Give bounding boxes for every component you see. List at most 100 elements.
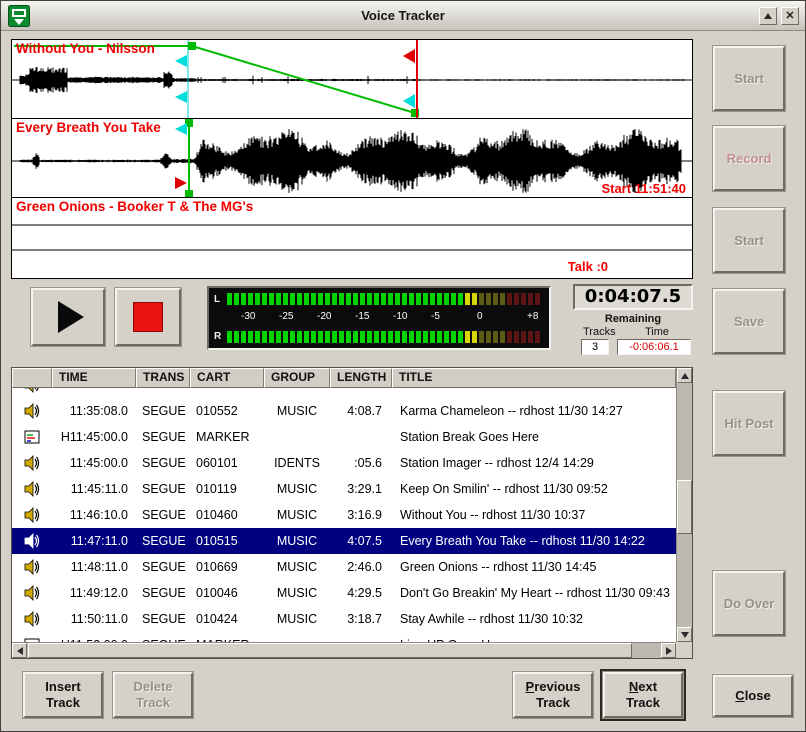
button-label: Close	[735, 688, 770, 704]
start-button-2[interactable]: Start	[713, 208, 785, 273]
stop-button[interactable]	[115, 288, 181, 346]
cell-length: :05.6	[330, 456, 392, 470]
start-handle	[185, 190, 193, 198]
cell-time: 11:46:10.0	[52, 508, 136, 522]
header-time[interactable]: TIME	[52, 368, 136, 388]
track-panel-2[interactable]: Every Breath You Take Start 11:51:40	[12, 119, 692, 198]
header-trans[interactable]: TRANS	[136, 368, 190, 388]
speaker-icon	[12, 388, 52, 393]
start-button-1[interactable]: Start	[713, 46, 785, 111]
log-row[interactable]: 11:48:11.0SEGUE010669MUSIC2:46.0Green On…	[12, 554, 676, 580]
speaker-icon	[12, 403, 52, 419]
button-label: Do Over	[724, 596, 775, 612]
insert-track-button[interactable]: Insert Track	[23, 672, 103, 718]
hscroll-thumb[interactable]	[28, 643, 632, 658]
button-label: Start	[734, 71, 764, 87]
cell-cart: 060101	[190, 456, 264, 470]
log-row[interactable]: H11:45:00.0SEGUEMARKERStation Break Goes…	[12, 424, 676, 450]
header-title[interactable]: TITLE	[392, 368, 676, 388]
close-window-icon[interactable]: ✕	[781, 7, 799, 25]
speaker-icon	[12, 507, 52, 523]
elapsed-time-display: 0:04:07.5	[573, 284, 693, 310]
track3-title: Green Onions - Booker T & The MG's	[16, 199, 253, 214]
play-button[interactable]	[31, 288, 105, 346]
cell-trans: SEGUE	[136, 534, 190, 548]
header-length[interactable]: LENGTH	[330, 368, 392, 388]
cell-trans: SEGUE	[136, 482, 190, 496]
log-row[interactable]: 11:46:10.0SEGUE010460MUSIC3:16.9Without …	[12, 502, 676, 528]
cell-trans: SEGUE	[136, 456, 190, 470]
cell-title: Station Break Goes Here	[392, 430, 676, 444]
track2-start-time-label: Start 11:51:40	[601, 181, 686, 196]
log-row[interactable]: H11:52:00.0SEGUEMARKERLine UP Goes Here	[12, 632, 676, 642]
delete-track-button[interactable]: Delete Track	[113, 672, 193, 718]
scroll-up-button[interactable]	[677, 368, 692, 383]
button-label: Hit Post	[724, 416, 773, 432]
close-button[interactable]: Close	[713, 675, 793, 717]
track-panel-1[interactable]: Without You - Nilsson	[12, 40, 692, 119]
remaining-tracks-label: Tracks	[583, 326, 616, 338]
button-label: Track	[626, 695, 660, 711]
speaker-icon	[12, 559, 52, 575]
transport-bar: L -30-25-20-15-10-50+8 R 0:04:07.5 Remai…	[11, 283, 693, 359]
cell-trans: SEGUE	[136, 404, 190, 418]
track-panels: Without You - Nilsson Every Breath You T…	[11, 39, 693, 279]
header-cart[interactable]: CART	[190, 368, 264, 388]
next-track-button[interactable]: Next Track	[603, 672, 683, 718]
vscroll-thumb[interactable]	[677, 480, 692, 534]
do-over-button[interactable]: Do Over	[713, 571, 785, 636]
cell-title: Every Breath You Take -- rdhost 11/30 14…	[392, 534, 676, 548]
log-row[interactable]: 11:49:12.0SEGUE010046MUSIC4:29.5Don't Go…	[12, 580, 676, 606]
log-row[interactable]	[12, 388, 676, 398]
log-row[interactable]: 11:45:11.0SEGUE010119MUSIC3:29.1Keep On …	[12, 476, 676, 502]
cell-length: 4:08.7	[330, 404, 392, 418]
scroll-right-button[interactable]	[661, 643, 676, 658]
button-label: Track	[136, 695, 170, 711]
cell-length: 4:07.5	[330, 534, 392, 548]
scroll-down-button[interactable]	[677, 627, 692, 642]
titlebar[interactable]: Voice Tracker ✕	[1, 1, 805, 31]
voice-tracker-window: Voice Tracker ✕ Without You - Nilsson	[0, 0, 806, 732]
speaker-icon	[12, 585, 52, 601]
log-row[interactable]: 11:35:08.0SEGUE010552MUSIC4:08.7Karma Ch…	[12, 398, 676, 424]
scroll-left-button[interactable]	[12, 643, 27, 658]
remaining-time-label: Time	[645, 326, 669, 338]
log-header: TIME TRANS CART GROUP LENGTH TITLE	[12, 368, 676, 388]
button-label: Track	[46, 695, 80, 711]
cell-cart: 010669	[190, 560, 264, 574]
log-row-selected[interactable]: 11:47:11.0SEGUE010515MUSIC4:07.5Every Br…	[12, 528, 676, 554]
log-row[interactable]: 11:45:00.0SEGUE060101IDENTS:05.6Station …	[12, 450, 676, 476]
button-label: Save	[734, 314, 764, 330]
remaining-tracks-value: 3	[581, 339, 609, 355]
talk-start-marker	[175, 55, 187, 67]
record-button[interactable]: Record	[713, 126, 785, 191]
save-button[interactable]: Save	[713, 289, 785, 354]
remaining-panel: Remaining Tracks Time 3 -0:06:06.1	[573, 313, 693, 357]
button-label: Previous	[526, 679, 581, 695]
cell-trans: SEGUE	[136, 430, 190, 444]
horizontal-scrollbar[interactable]	[12, 642, 676, 658]
button-label: Track	[536, 695, 570, 711]
track-panel-3[interactable]: Green Onions - Booker T & The MG's Talk …	[12, 198, 692, 278]
track1-title: Without You - Nilsson	[16, 41, 155, 56]
end-marker	[403, 49, 415, 63]
cell-cart: 010046	[190, 586, 264, 600]
vertical-scrollbar[interactable]	[676, 368, 692, 642]
marker-icon	[12, 429, 52, 445]
cell-cart: 010119	[190, 482, 264, 496]
cell-length: 2:46.0	[330, 560, 392, 574]
stop-icon	[133, 302, 163, 332]
cell-group: IDENTS	[264, 456, 330, 470]
previous-track-button[interactable]: Previous Track	[513, 672, 593, 718]
header-icon-col[interactable]	[12, 368, 52, 388]
hit-post-button[interactable]: Hit Post	[713, 391, 785, 456]
talk-end-marker	[175, 91, 187, 103]
button-label: Record	[727, 151, 772, 167]
cell-time: 11:45:11.0	[52, 482, 136, 496]
cell-group: MUSIC	[264, 482, 330, 496]
log-row[interactable]: 11:50:11.0SEGUE010424MUSIC3:18.7Stay Awh…	[12, 606, 676, 632]
button-label: Delete	[133, 679, 172, 695]
cell-title: Without You -- rdhost 11/30 10:37	[392, 508, 676, 522]
shade-window-icon[interactable]	[759, 7, 777, 25]
header-group[interactable]: GROUP	[264, 368, 330, 388]
